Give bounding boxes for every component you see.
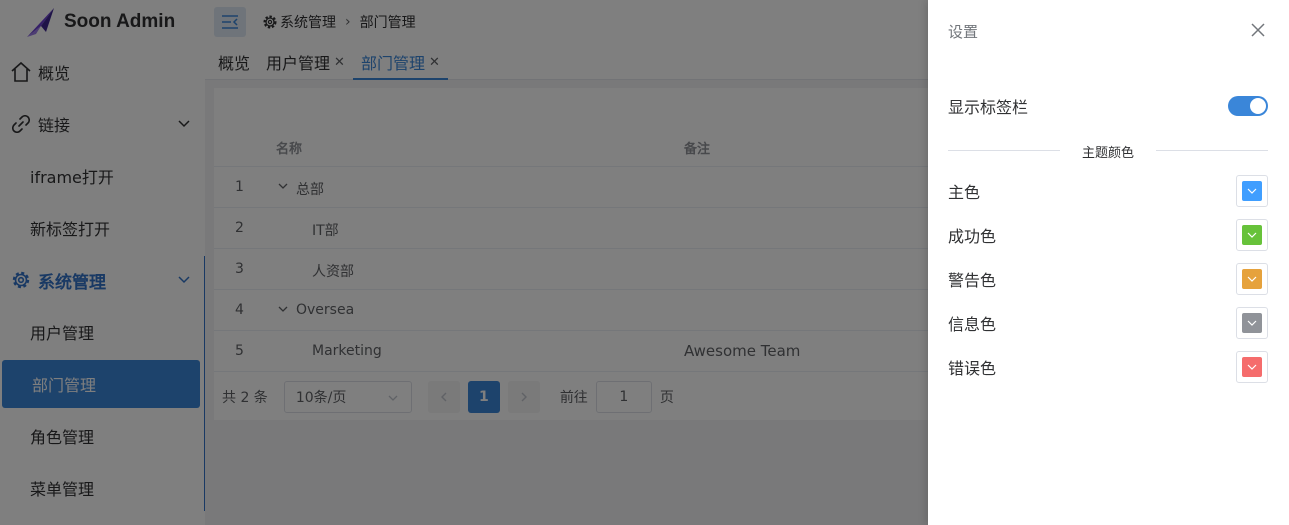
theme-color-title: 主题颜色 (1081, 146, 1134, 161)
color-swatch (1242, 357, 1262, 377)
color-swatch (1242, 269, 1262, 289)
color-label: 主色 (948, 183, 981, 202)
drawer-overlay[interactable] (0, 0, 928, 525)
error-color-picker[interactable] (1236, 351, 1268, 383)
show-tabs-switch[interactable] (1228, 96, 1268, 116)
color-swatch (1242, 313, 1262, 333)
success-color-picker[interactable] (1236, 219, 1268, 251)
success-color-setting: 成功色 (948, 219, 1268, 251)
chevron-down-icon (1247, 364, 1257, 370)
color-label: 警告色 (948, 271, 997, 290)
color-label: 成功色 (948, 227, 997, 246)
error-color-setting: 错误色 (948, 351, 1268, 383)
chevron-down-icon (1247, 188, 1257, 194)
primary-color-setting: 主色 (948, 175, 1268, 207)
color-swatch (1242, 181, 1262, 201)
primary-color-picker[interactable] (1236, 175, 1268, 207)
show-tabs-setting: 显示标签栏 (948, 90, 1268, 122)
warning-color-setting: 警告色 (948, 263, 1268, 295)
divider-line (1156, 150, 1268, 151)
color-label: 信息色 (948, 315, 997, 334)
chevron-down-icon (1247, 232, 1257, 238)
info-color-setting: 信息色 (948, 307, 1268, 339)
settings-drawer: 设置 显示标签栏 主题颜色 主色 成功色 警告色 信息色 错误色 (928, 0, 1289, 525)
drawer-title: 设置 (948, 23, 979, 41)
theme-color-divider: 主题颜色 (948, 140, 1268, 161)
warning-color-picker[interactable] (1236, 263, 1268, 295)
info-color-picker[interactable] (1236, 307, 1268, 339)
color-label: 错误色 (948, 359, 997, 378)
color-swatch (1242, 225, 1262, 245)
close-icon[interactable] (1250, 22, 1266, 38)
show-tabs-label: 显示标签栏 (948, 98, 1029, 117)
chevron-down-icon (1247, 320, 1257, 326)
switch-knob (1250, 98, 1266, 114)
chevron-down-icon (1247, 276, 1257, 282)
